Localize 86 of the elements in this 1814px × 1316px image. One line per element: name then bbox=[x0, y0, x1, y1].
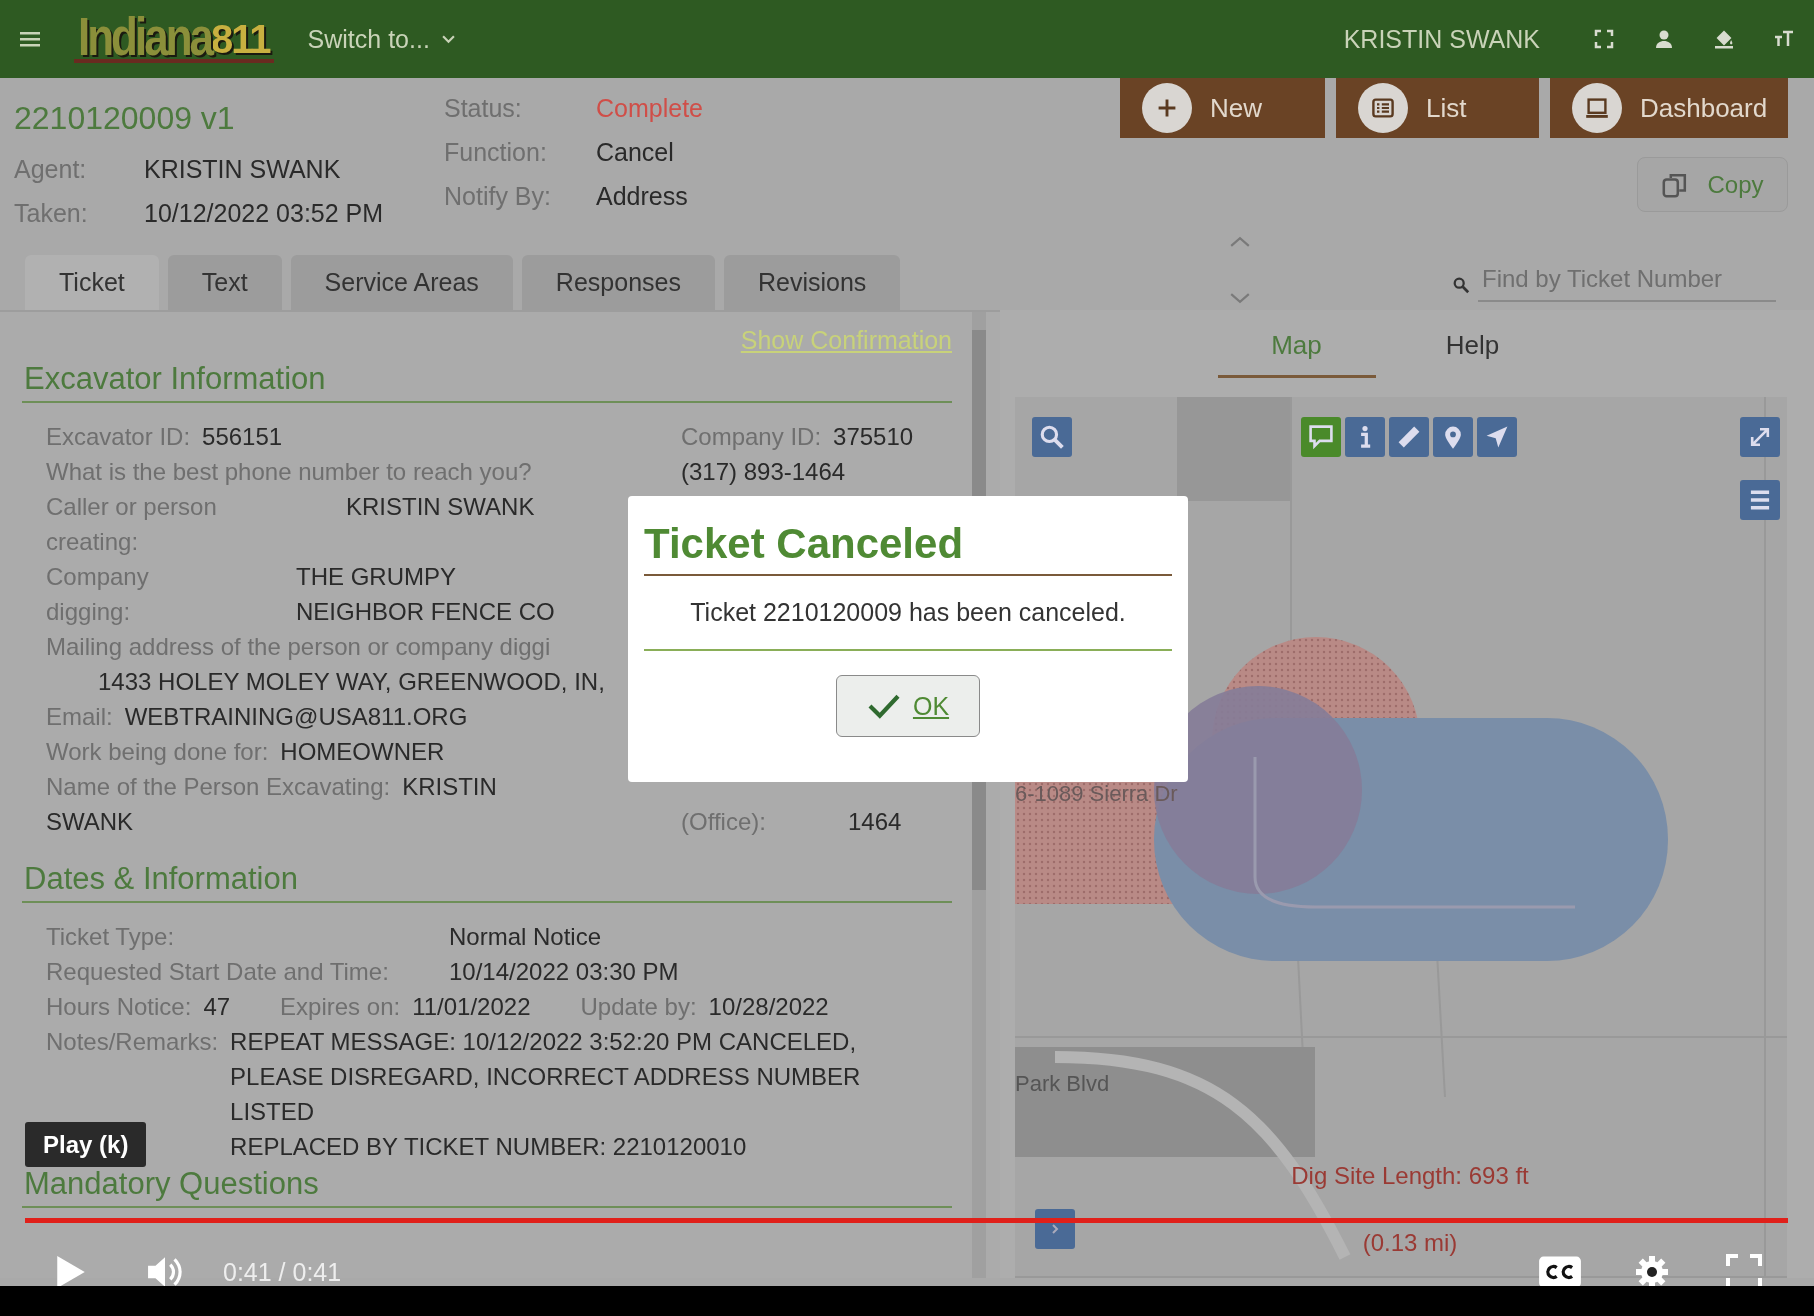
list-icon bbox=[1371, 96, 1395, 120]
speech-bubble-icon bbox=[1308, 424, 1334, 450]
map-background[interactable] bbox=[1015, 397, 1787, 1278]
search-icon bbox=[1039, 424, 1065, 450]
expand-button[interactable] bbox=[1740, 417, 1780, 457]
field-text: Email: WEBTRAINING@USA811.ORG bbox=[46, 702, 469, 732]
tab[interactable]: Responses bbox=[521, 255, 715, 310]
field-label: Mailing address of the person or company diggi bbox=[46, 633, 551, 660]
field-label: Company digging: bbox=[46, 562, 150, 627]
field-value: Address bbox=[596, 181, 688, 211]
switch-to-dropdown[interactable]: Switch to... bbox=[307, 24, 455, 54]
map-tool-button[interactable] bbox=[1301, 417, 1341, 457]
action-button[interactable]: Dashboard bbox=[1550, 78, 1788, 138]
field-label: (Office): bbox=[681, 807, 767, 837]
action-button[interactable]: New bbox=[1120, 78, 1325, 138]
street-label: 6-1089 Sierra Dr bbox=[1015, 781, 1178, 807]
section-heading: Excavator Information bbox=[22, 361, 952, 403]
dialog-message: Ticket 2210120009 has been canceled. bbox=[644, 576, 1172, 651]
search-field[interactable]: Find by Ticket Number bbox=[1478, 258, 1776, 302]
field-value: 10/28/2022 bbox=[708, 993, 829, 1020]
map-tool-button[interactable] bbox=[1433, 417, 1473, 457]
menu-button[interactable] bbox=[1740, 480, 1780, 520]
field-label: Expires on: bbox=[280, 993, 401, 1020]
field-value: Complete bbox=[596, 93, 703, 123]
field-label: Caller or person creating: bbox=[46, 492, 218, 557]
tooltip: Play (k) bbox=[25, 1122, 147, 1167]
field-label: Ticket Type: bbox=[46, 922, 176, 952]
field-value: KRISTIN SWANK bbox=[144, 154, 341, 184]
ticket-number: 2210120009 v1 bbox=[14, 100, 236, 137]
field-label: Hours Notice: bbox=[46, 993, 192, 1020]
field-value: THE GRUMPY NEIGHBOR FENCE CO bbox=[296, 562, 556, 627]
text-size-icon[interactable] bbox=[1774, 29, 1794, 49]
check-icon bbox=[866, 692, 901, 720]
map-tool-button[interactable] bbox=[1345, 417, 1385, 457]
search-icon bbox=[1452, 276, 1470, 294]
field-value: Normal Notice bbox=[449, 923, 602, 950]
field-value: (317) 893-1464 bbox=[681, 458, 846, 485]
field-value: 10/12/2022 03:52 PM bbox=[144, 198, 384, 228]
map-tool-button[interactable] bbox=[1389, 417, 1429, 457]
logo[interactable]: Indiana811 bbox=[74, 15, 274, 63]
tab[interactable]: Revisions bbox=[723, 255, 901, 310]
field-label: Update by: bbox=[580, 993, 697, 1020]
field-value: REPLACED BY TICKET NUMBER: 2210120010 bbox=[230, 1132, 748, 1162]
tab[interactable]: Help bbox=[1393, 316, 1552, 378]
field-text: Excavator ID: 556151 bbox=[46, 422, 284, 452]
field-text: Work being done for: HOMEOWNER bbox=[46, 737, 446, 767]
field-value: 11/01/2022 bbox=[412, 993, 531, 1020]
dialog-title: Ticket Canceled bbox=[644, 520, 1172, 576]
field-label: Company ID: bbox=[681, 423, 822, 450]
tab[interactable]: Ticket bbox=[25, 255, 159, 310]
field-label: Agent: bbox=[14, 154, 88, 184]
field-value: REPEAT MESSAGE: 10/12/2022 3:52:20 PM CANCELED, PLEASE DISREGARD, INCORRECT ADDRESS NUMBER LISTED bbox=[230, 1027, 862, 1127]
field-label: Status: bbox=[444, 93, 523, 123]
street-label: Park Blvd bbox=[1015, 1071, 1110, 1097]
field-value: 375510 bbox=[833, 423, 914, 450]
ruler-icon bbox=[1396, 424, 1422, 450]
menu-icon[interactable] bbox=[20, 31, 40, 47]
field-value: Cancel bbox=[596, 137, 674, 167]
monitor-icon bbox=[1585, 96, 1609, 120]
search-button[interactable] bbox=[1032, 417, 1072, 457]
map-tool-button[interactable] bbox=[1477, 417, 1517, 457]
ok-button[interactable]: OK bbox=[836, 675, 980, 737]
user-name: KRISTIN SWANK bbox=[1343, 24, 1540, 54]
user-icon[interactable] bbox=[1654, 29, 1674, 49]
field-label: Requested Start Date and Time: bbox=[46, 957, 390, 987]
field-label: Notify By: bbox=[444, 181, 552, 211]
section-heading: Dates & Information bbox=[22, 861, 952, 903]
video-time: 0:41 / 0:41 bbox=[223, 1257, 342, 1287]
field-value: 1433 HOLEY MOLEY WAY, GREENWOOD, IN, bbox=[97, 667, 606, 697]
field-label: Function: bbox=[444, 137, 548, 167]
field-value: 10/14/2022 03:30 PM bbox=[449, 958, 679, 985]
field-value: 47 bbox=[203, 993, 231, 1020]
field-label: What is the best phone number to reach you? bbox=[46, 458, 532, 485]
field-text: Name of the Person Excavating: KRISTIN SWANK bbox=[46, 772, 498, 837]
tab[interactable]: Text bbox=[167, 255, 282, 310]
field-label: Taken: bbox=[14, 198, 89, 228]
field-value: KRISTIN SWANK bbox=[346, 492, 536, 522]
paint-bucket-icon[interactable] bbox=[1714, 29, 1734, 49]
tab[interactable]: Service Areas bbox=[290, 255, 513, 310]
caret-icon bbox=[441, 34, 455, 44]
field-value: 1464 bbox=[848, 807, 903, 837]
action-button[interactable]: List bbox=[1336, 78, 1539, 138]
field-label: Notes/Remarks: bbox=[46, 1027, 219, 1057]
dig-site-length: Dig Site Length: 693 ft bbox=[1290, 1162, 1530, 1190]
dig-site-length: (0.13 mi) bbox=[1361, 1229, 1459, 1257]
navigation-arrow-icon bbox=[1484, 424, 1510, 450]
